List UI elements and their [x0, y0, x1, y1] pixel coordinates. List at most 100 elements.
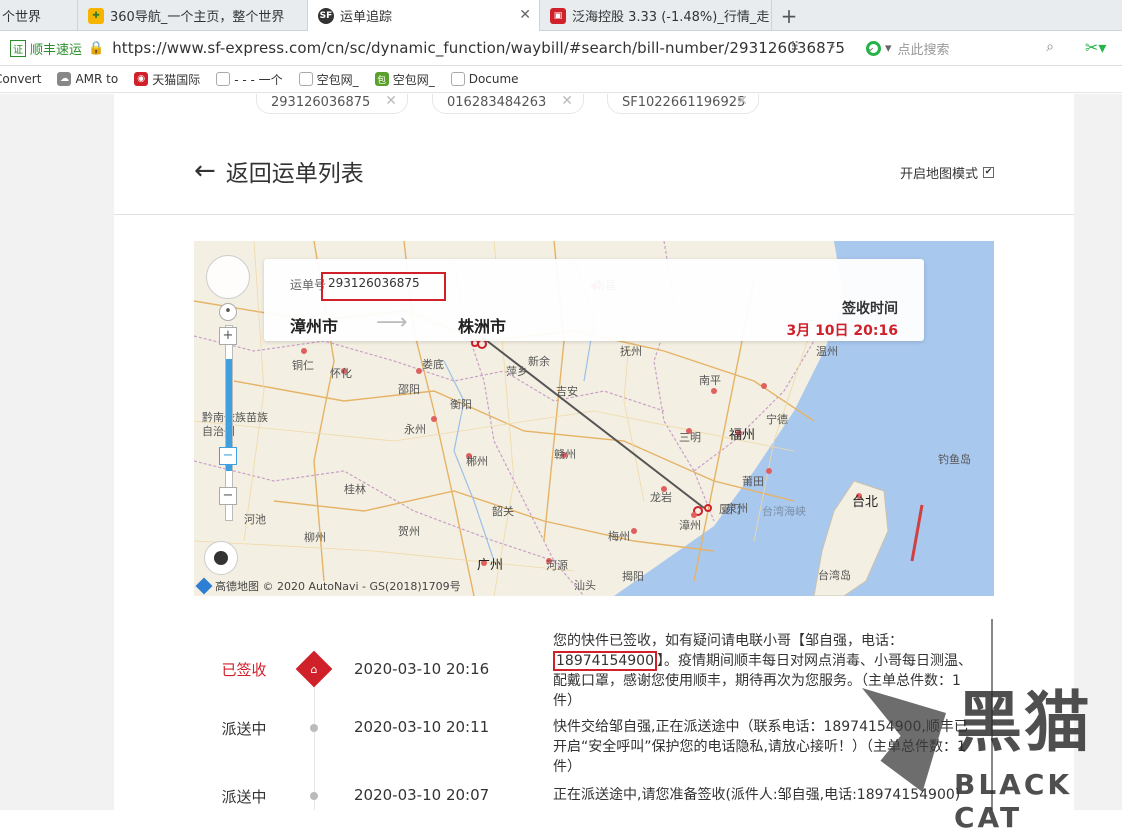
search-box[interactable]: ▾ 点此搜索 ⌕	[866, 36, 1060, 61]
map-label: 汕头	[574, 579, 596, 592]
back-label: 返回运单列表	[225, 161, 364, 187]
map-label: 梅州	[608, 530, 630, 543]
watermark-cn: 黑猫	[956, 684, 1092, 761]
map-label: 新余	[528, 355, 550, 368]
timeline-dot	[310, 792, 318, 800]
compass-icon[interactable]	[206, 255, 250, 299]
bookmark-item[interactable]: ◉ 天猫国际	[134, 71, 200, 88]
black-cat-watermark: 黑猫 BLACK CAT	[862, 684, 1117, 834]
route-summary-card: 运单号 293126036875 漳州市 ⟶ 株洲市 签收时间 3月 10日 2…	[264, 259, 924, 341]
bookmark-item[interactable]: Convert	[0, 72, 41, 86]
map-label: 台湾海峡	[762, 505, 806, 518]
stock-icon: ▣	[550, 7, 566, 24]
search-engine-icon	[866, 41, 881, 56]
reset-icon[interactable]: •	[219, 303, 237, 321]
chevron-down-icon: ▾	[885, 41, 892, 56]
amap-logo-icon	[195, 577, 213, 595]
sign-time-title: 签收时间	[842, 301, 898, 317]
map-label: 河池	[244, 513, 266, 526]
sf-icon: SF	[318, 7, 334, 24]
map-label: 郴州	[466, 455, 488, 468]
locate-icon	[214, 551, 228, 565]
zoom-in-button[interactable]: +	[219, 327, 237, 345]
search-placeholder: 点此搜索	[897, 43, 950, 58]
arrow-right-icon: ⟶	[376, 310, 408, 335]
map-label: 广州	[477, 558, 504, 573]
tracking-chip[interactable]: 293126036875 ✕	[256, 94, 408, 114]
bookmark-item[interactable]: 包 空包网_	[374, 71, 435, 88]
desc-text: 您的快件已签收，如有疑问请电联小哥【邹自强，电话：	[553, 633, 903, 649]
tab-4[interactable]: ▣ 泛海控股 3.33 (-1.48%)_行情_走	[540, 0, 772, 31]
timeline-status: 派送中	[221, 788, 267, 806]
weibo-icon: ◉	[134, 72, 149, 86]
tracking-chip[interactable]: SF1022661196925 ✕	[607, 94, 759, 114]
map-label: 莆田	[742, 475, 764, 488]
map-label: 衡阳	[450, 398, 472, 411]
timeline-status: 派送中	[221, 720, 267, 738]
cloud-icon: ☁	[57, 72, 72, 86]
copyright-text: 高德地图 © 2020 AutoNavi - GS(2018)1709号	[215, 580, 461, 593]
scissors-icon[interactable]: ✂▾	[1085, 38, 1106, 57]
page-icon	[298, 72, 313, 86]
map-label: 怀化	[330, 367, 352, 380]
tab-bar: 个世界 ✚ 360导航_一个主页，整个世界 SF 运单追踪 ✕ ▣ 泛海控股 3…	[0, 0, 1122, 31]
map-mode-toggle[interactable]: 开启地图模式 ✔	[900, 163, 994, 182]
timeline-time: 2020-03-10 20:16	[354, 660, 490, 678]
sign-time-value: 3月 10日 20:16	[786, 323, 898, 339]
tab-2[interactable]: ✚ 360导航_一个主页，整个世界	[78, 0, 308, 31]
locate-button[interactable]	[204, 541, 238, 575]
cat-logo-icon	[862, 688, 946, 792]
bookmark-item[interactable]: 空包网_	[298, 71, 359, 88]
tab-3-active[interactable]: SF 运单追踪 ✕	[308, 0, 540, 31]
map-label: 南平	[699, 374, 721, 387]
tab-1[interactable]: 个世界	[0, 0, 78, 31]
map-label: 萍乡	[506, 365, 528, 378]
checkbox-checked-icon[interactable]: ✔	[983, 167, 994, 178]
zoom-handle[interactable]: −	[219, 447, 237, 465]
map-label: 赣州	[554, 448, 576, 461]
map-label: 抚州	[620, 345, 642, 358]
timeline-time: 2020-03-10 20:07	[354, 786, 490, 804]
lock-icon[interactable]: 🔒	[88, 41, 104, 56]
map-label: 吉安	[556, 385, 578, 398]
bookmark-label: AMR to	[75, 72, 119, 86]
map-label: 娄底	[422, 358, 444, 371]
bookmark-label: - - - 一个	[234, 72, 283, 87]
map-label: 铜仁	[292, 359, 314, 372]
map-label: 泉州	[726, 502, 748, 515]
tracking-chip[interactable]: 016283484263 ✕	[432, 94, 584, 114]
zoom-out-button[interactable]: −	[219, 487, 237, 505]
map-label: 柳州	[304, 531, 326, 544]
timeline-dot	[310, 724, 318, 732]
route-map[interactable]: 广州 福州 漳州 台北 南昌 赣州 吉安 厦门 台湾海峡 台湾岛 龙岩 三明 南…	[194, 241, 994, 596]
tab-title: 运单追踪	[340, 10, 393, 25]
certificate-icon: 证	[10, 39, 26, 57]
highlight-box	[321, 272, 446, 301]
chip-label: 016283484263	[447, 95, 547, 110]
divider	[114, 214, 1074, 215]
timeline-time: 2020-03-10 20:11	[354, 718, 490, 736]
chip-label: 293126036875	[271, 95, 371, 110]
signed-home-icon: ⌂	[295, 650, 333, 688]
origin-city: 漳州市	[290, 317, 339, 336]
bookmark-item[interactable]: Docume	[450, 72, 519, 86]
url-field[interactable]: https://www.sf-express.com/cn/sc/dynamic…	[112, 39, 845, 57]
bookmark-item[interactable]: ☁ AMR to	[57, 72, 118, 86]
new-tab-button[interactable]: +	[772, 0, 806, 31]
close-icon[interactable]: ✕	[736, 94, 748, 109]
map-label: 河源	[546, 559, 568, 572]
close-icon[interactable]: ✕	[385, 94, 397, 109]
arrow-left-icon: ←	[194, 156, 216, 186]
bookmark-item[interactable]: - - - 一个	[216, 71, 283, 88]
watermark-en: BLACK CAT	[954, 768, 1073, 834]
map-label: 福州	[729, 428, 756, 443]
search-icon[interactable]: ⌕	[1046, 39, 1054, 55]
map-mode-label: 开启地图模式	[899, 167, 978, 182]
map-label: 桂林	[344, 483, 366, 496]
close-tab-icon[interactable]: ✕	[519, 7, 531, 23]
map-label: 揭阳	[622, 570, 644, 583]
secure-badge[interactable]: 证 顺丰速运	[10, 39, 82, 58]
close-icon[interactable]: ✕	[561, 94, 573, 109]
address-bar: 证 顺丰速运 🔒 https://www.sf-express.com/cn/s…	[0, 31, 1122, 66]
back-to-list-link[interactable]: ← 返回运单列表	[194, 154, 364, 188]
